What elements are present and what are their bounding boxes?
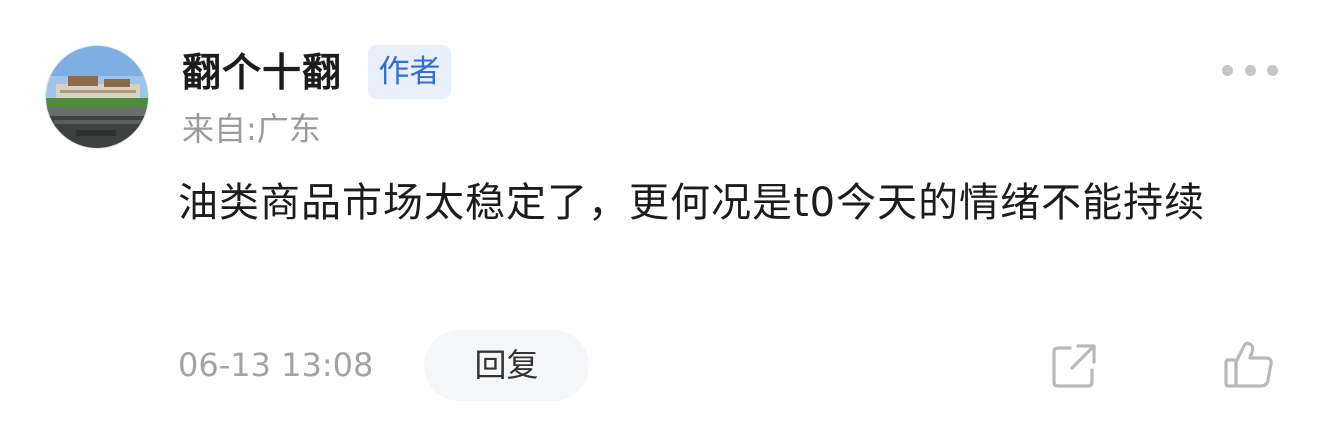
author-badge: 作者	[368, 45, 451, 99]
reply-button[interactable]: 回复	[424, 330, 589, 401]
like-button[interactable]	[1222, 338, 1276, 392]
comment-text: 油类商品市场太稳定了，更何况是t0今天的情绪不能持续	[178, 180, 1206, 226]
thumbs-up-icon	[1224, 341, 1273, 388]
share-button[interactable]	[1048, 340, 1100, 392]
comment-card: 翻个十翻 作者 来自:广东 油类商品市场太稳定了，更何况是t0今天的情绪不能持续…	[0, 0, 1320, 432]
username[interactable]: 翻个十翻	[182, 46, 342, 102]
avatar[interactable]	[45, 45, 149, 149]
more-dots-icon	[1222, 64, 1233, 76]
more-dots-icon	[1267, 64, 1278, 76]
more-options-button[interactable]	[1222, 58, 1278, 82]
share-icon	[1052, 344, 1096, 388]
location-label: 来自:广东	[182, 110, 321, 148]
more-dots-icon	[1244, 64, 1256, 76]
avatar-image	[46, 46, 148, 148]
timestamp: 06-13 13:08	[178, 346, 374, 384]
